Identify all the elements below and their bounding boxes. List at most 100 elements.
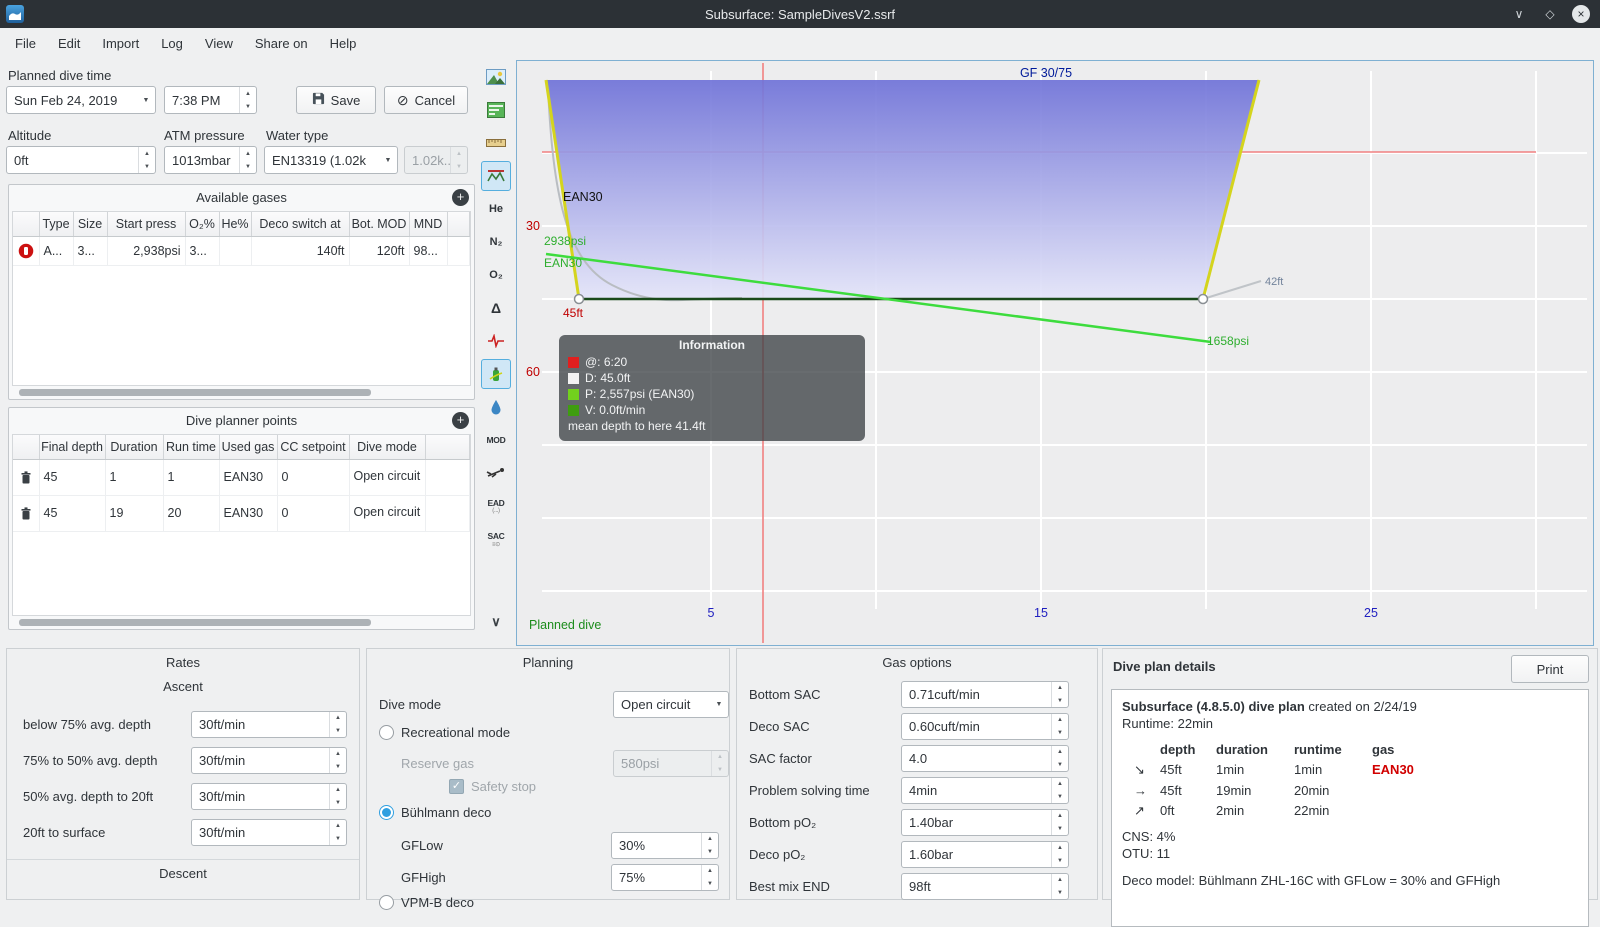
col-dive-mode[interactable]: Dive mode	[349, 435, 426, 460]
waypoint-handle[interactable]	[573, 293, 585, 305]
cancel-button[interactable]: ⊘ Cancel	[384, 86, 468, 114]
photo-icon[interactable]	[481, 62, 511, 92]
dive-mode-combo[interactable]: Open circuit ▼	[613, 691, 729, 718]
water-type-combo[interactable]: EN13319 (1.02k ▼	[264, 146, 398, 174]
delete-icon[interactable]	[19, 505, 33, 520]
vpmb-deco-radio[interactable]	[379, 895, 394, 910]
save-button[interactable]: Save	[296, 86, 376, 114]
dive-planner-points-title: Dive planner points +	[9, 408, 474, 433]
waypoint-handle[interactable]	[1197, 293, 1209, 305]
altitude-spinbox[interactable]: 0ft ▲ ▼	[6, 146, 156, 174]
col-type[interactable]: Type	[39, 212, 74, 237]
shade-icon[interactable]: ∨	[1510, 5, 1528, 23]
info-pressure: P: 2,557psi (EAN30)	[585, 387, 695, 401]
rate-below75-spinbox[interactable]: 30ft/min ▲ ▼	[191, 711, 347, 738]
available-gases-title: Available gases +	[9, 185, 474, 210]
depth-tick-60: 60	[526, 365, 540, 379]
gases-horizontal-scrollbar[interactable]	[19, 389, 371, 396]
rate-75to50-spinbox[interactable]: 30ft/min ▲ ▼	[191, 747, 347, 774]
col-run-time[interactable]: Run time	[163, 435, 220, 460]
gas-options-panel: Gas options Bottom SAC 0.71cuft/min ▲ ▼ D…	[736, 648, 1098, 900]
print-button[interactable]: Print	[1511, 655, 1589, 683]
col-used-gas[interactable]: Used gas	[219, 435, 278, 460]
plan-runtime: Runtime: 22min	[1122, 716, 1214, 732]
pn2-toggle-icon[interactable]: N₂	[481, 227, 511, 257]
dive-date-combo[interactable]: Sun Feb 24, 2019 ▼	[6, 86, 156, 114]
gas-segment-label: EAN30	[563, 190, 603, 204]
spin-up-icon[interactable]: ▲	[139, 147, 155, 160]
dive-profile-area	[546, 80, 1259, 299]
gas-row[interactable]: A... 3... 2,938psi 3... 140ft 120ft 98..…	[13, 236, 470, 266]
add-gas-button[interactable]: +	[452, 189, 469, 206]
col-final-depth[interactable]: Final depth	[39, 435, 106, 460]
collapse-toolbar-icon[interactable]: ∨	[481, 607, 511, 637]
ead-icon[interactable]: EAD (...)	[481, 491, 511, 521]
mod-icon[interactable]: MOD	[481, 425, 511, 455]
best-mix-end-spinbox[interactable]: 98ft ▲ ▼	[901, 873, 1069, 900]
phe-toggle-icon[interactable]: He	[481, 194, 511, 224]
bottom-po2-spinbox[interactable]: 1.40bar ▲ ▼	[901, 809, 1069, 836]
menu-file[interactable]: File	[4, 31, 47, 56]
menu-view[interactable]: View	[194, 31, 244, 56]
delete-icon[interactable]	[19, 469, 33, 484]
menu-edit[interactable]: Edit	[47, 31, 91, 56]
segment-arrow-icon: ↘	[1134, 762, 1145, 778]
titlebar: Subsurface: SampleDivesV2.ssrf ∨ ◇ ×	[0, 0, 1600, 28]
dive-time-spinbox[interactable]: 7:38 PM ▲ ▼	[164, 86, 257, 114]
maximize-icon[interactable]: ◇	[1541, 5, 1559, 23]
col-he[interactable]: He%	[219, 212, 252, 237]
col-size[interactable]: Size	[73, 212, 108, 237]
menu-share-on[interactable]: Share on	[244, 31, 319, 56]
col-duration[interactable]: Duration	[105, 435, 164, 460]
recreational-mode-radio[interactable]	[379, 725, 394, 740]
spin-up-icon[interactable]: ▲	[240, 147, 256, 160]
rate-50to20-spinbox[interactable]: 30ft/min ▲ ▼	[191, 783, 347, 810]
planner-point-row[interactable]: 45 1 1 EAN30 0 Open circuit	[13, 459, 470, 496]
spin-down-icon[interactable]: ▼	[240, 160, 256, 173]
points-horizontal-scrollbar[interactable]	[19, 619, 371, 626]
bottom-sac-spinbox[interactable]: 0.71cuft/min ▲ ▼	[901, 681, 1069, 708]
atm-pressure-spinbox[interactable]: 1013mbar ▲ ▼	[164, 146, 257, 174]
col-cc-setpoint[interactable]: CC setpoint	[277, 435, 350, 460]
tissues-icon[interactable]	[481, 95, 511, 125]
menu-log[interactable]: Log	[150, 31, 194, 56]
plan-table: depth duration runtime gas ↘ 45ft 1min 1…	[1134, 742, 1414, 818]
col-mnd[interactable]: MND	[409, 212, 448, 237]
problem-solving-time-spinbox[interactable]: 4min ▲ ▼	[901, 777, 1069, 804]
gflow-spinbox[interactable]: 30% ▲ ▼	[611, 832, 719, 859]
sac-icon[interactable]: SAC ≡⊙	[481, 524, 511, 554]
planner-point-row[interactable]: 45 19 20 EAN30 0 Open circuit	[13, 495, 470, 532]
col-start-press[interactable]: Start press	[107, 212, 186, 237]
rate-20tosurface-spinbox[interactable]: 30ft/min ▲ ▼	[191, 819, 347, 846]
mean-depth-label: 42ft	[1265, 276, 1283, 288]
col-o2[interactable]: O₂%	[185, 212, 220, 237]
diver-icon[interactable]	[481, 458, 511, 488]
sac-factor-spinbox[interactable]: 4.0 ▲ ▼	[901, 745, 1069, 772]
dive-profile-chart[interactable]: GF 30/75 30 60 5 15 25 EAN30 2938psi EAN…	[516, 60, 1594, 646]
col-deco-switch[interactable]: Deco switch at	[251, 212, 350, 237]
time-tick-25: 25	[1364, 606, 1378, 620]
deco-sac-spinbox[interactable]: 0.60cuft/min ▲ ▼	[901, 713, 1069, 740]
spin-up-icon[interactable]: ▲	[240, 87, 256, 100]
ruler-icon[interactable]	[481, 128, 511, 158]
close-icon[interactable]: ×	[1572, 5, 1590, 23]
plan-details-text: Subsurface (4.8.5.0) dive plan created o…	[1111, 689, 1589, 927]
spin-down-icon[interactable]: ▼	[139, 160, 155, 173]
start-gas-label: EAN30	[544, 256, 582, 270]
add-point-button[interactable]: +	[452, 412, 469, 429]
mean-depth-line	[1202, 280, 1262, 300]
calculated-ceiling-icon[interactable]	[481, 161, 511, 191]
buhlmann-deco-radio[interactable]	[379, 805, 394, 820]
tank-pressure-icon[interactable]	[481, 359, 511, 389]
deco-po2-spinbox[interactable]: 1.60bar ▲ ▼	[901, 841, 1069, 868]
water-drop-icon[interactable]	[481, 392, 511, 422]
spin-down-icon[interactable]: ▼	[240, 100, 256, 113]
heart-rate-icon[interactable]	[481, 326, 511, 356]
delta-icon[interactable]: Δ	[481, 293, 511, 323]
profile-info-tooltip[interactable]: Information @: 6:20 D: 45.0ft P: 2,557ps…	[559, 335, 865, 441]
menu-import[interactable]: Import	[91, 31, 150, 56]
gfhigh-spinbox[interactable]: 75% ▲ ▼	[611, 864, 719, 891]
col-bot-mod[interactable]: Bot. MOD	[349, 212, 410, 237]
menu-help[interactable]: Help	[319, 31, 368, 56]
po2-toggle-icon[interactable]: O₂	[481, 260, 511, 290]
